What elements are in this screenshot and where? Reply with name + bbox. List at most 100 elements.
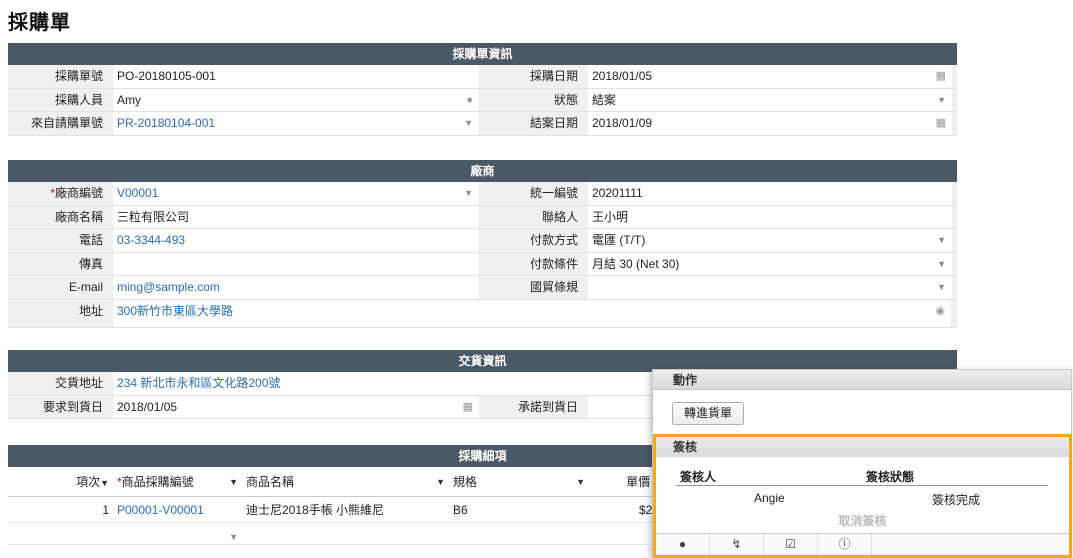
calendar-icon[interactable]: ▦: [463, 396, 473, 419]
phone-label: 電話: [78, 233, 103, 247]
col-spec-label: 規格: [453, 475, 478, 489]
item-no: 1: [102, 503, 109, 517]
phone-field[interactable]: 03-3344-493: [113, 229, 479, 252]
col-spec-header[interactable]: 規格 ▼: [449, 467, 589, 496]
payment-method-label: 付款方式: [529, 233, 578, 247]
col-price-header[interactable]: 單價▼: [589, 467, 659, 496]
contact-value: 王小明: [592, 209, 629, 224]
page-title: 採購單: [8, 12, 71, 34]
po-info-row-1: 採購單號 PO-20180105-001 採購日期 2018/01/05 ▦: [8, 65, 957, 89]
email-link[interactable]: ming@sample.com: [117, 280, 220, 294]
vendor-row-4: 傳真 付款條件 月結 30 (Net 30) ▼: [8, 252, 957, 276]
payment-method-value: 電匯 (T/T): [592, 233, 646, 247]
lightning-icon[interactable]: ↯: [710, 534, 764, 555]
promised-date-label: 承諾到貨日: [517, 399, 578, 414]
delivery-address-label: 交貨地址: [54, 376, 103, 390]
item-code-link[interactable]: P00001-V00001: [117, 503, 204, 517]
payment-terms-label: 付款條件: [529, 256, 578, 271]
sort-caret-icon[interactable]: ▼: [576, 467, 585, 497]
po-info-section: 採購單資訊 採購單號 PO-20180105-001 採購日期 2018/01/…: [8, 43, 957, 136]
email-field[interactable]: ming@sample.com: [113, 276, 479, 299]
approver-column-header: 簽核人: [680, 470, 717, 484]
po-info-row-3: 來自請購單號 PR-20180104-001 ▼ 結案日期 2018/01/09…: [8, 112, 957, 136]
vendor-row-3: 電話 03-3344-493 付款方式 電匯 (T/T) ▼: [8, 229, 957, 253]
dropdown-caret-icon[interactable]: ▼: [464, 112, 473, 135]
buyer-field[interactable]: Amy ●: [113, 88, 479, 112]
panel-icon-bar: ● ↯ ☑ ⓘ: [656, 533, 1069, 555]
close-date-field[interactable]: 2018/01/09 ▦: [588, 112, 952, 135]
item-name: 迪士尼2018手帳 小熊維尼: [246, 503, 385, 517]
from-pr-label: 來自請購單號: [30, 116, 103, 130]
po-date-value: 2018/01/05: [592, 69, 653, 83]
cancel-approval-link[interactable]: 取消簽核: [656, 512, 1069, 529]
info-icon[interactable]: ⓘ: [818, 534, 872, 555]
item-spec: B6: [453, 503, 468, 517]
vendor-code-label: *廠商編號: [8, 182, 113, 205]
vendor-section: 廠商 *廠商編號 V00001 ▼ 統一編號 20201111 廠商名稱 三粒有…: [8, 160, 957, 328]
dropdown-caret-icon[interactable]: ▼: [937, 253, 946, 276]
empty-cell: ▼: [8, 523, 242, 544]
from-pr-link[interactable]: PR-20180104-001: [117, 116, 215, 130]
dropdown-caret-icon[interactable]: ▼: [229, 532, 238, 542]
sort-caret-icon[interactable]: ▼: [436, 467, 445, 497]
from-pr-select[interactable]: PR-20180104-001 ▼: [113, 112, 479, 135]
phone-link[interactable]: 03-3344-493: [117, 233, 185, 247]
required-date-label: 要求到貨日: [42, 399, 103, 414]
fax-label: 傳真: [78, 256, 103, 271]
clipboard-check-icon[interactable]: ☑: [764, 534, 818, 555]
status-select[interactable]: 結案 ▼: [588, 88, 952, 112]
col-name-header[interactable]: 商品名稱 ▼: [242, 467, 449, 496]
fax-field[interactable]: [113, 252, 479, 275]
dropdown-caret-icon[interactable]: ▼: [937, 276, 946, 299]
comment-icon[interactable]: ●: [656, 534, 710, 555]
vendor-code-link[interactable]: V00001: [117, 186, 158, 200]
approval-panel: 簽核 簽核人 簽核狀態 Angie 簽核完成 取消簽核 ● ↯ ☑ ⓘ: [653, 434, 1072, 558]
col-code-label: 商品採購編號: [121, 475, 194, 489]
approval-status: 簽核完成: [932, 493, 981, 507]
map-pin-icon[interactable]: ◉: [935, 300, 945, 323]
person-icon[interactable]: ●: [466, 89, 473, 112]
dropdown-caret-icon[interactable]: ▼: [464, 182, 473, 205]
address-link[interactable]: 300新竹市東區大學路: [117, 304, 233, 318]
vendor-name-value: 三粒有限公司: [117, 209, 190, 224]
col-no-header[interactable]: 項次▼: [8, 467, 113, 496]
vendor-name-field[interactable]: 三粒有限公司: [113, 205, 479, 228]
approval-status-column-header: 簽核狀態: [866, 470, 915, 484]
tax-id-label: 統一編號: [529, 186, 578, 200]
dropdown-caret-icon[interactable]: ▼: [937, 229, 946, 252]
sort-caret-icon[interactable]: ▼: [100, 478, 109, 488]
buyer-label: 採購人員: [54, 92, 103, 107]
incoterms-select[interactable]: ▼: [588, 276, 952, 299]
item-price: $22: [638, 503, 659, 517]
email-label: E-mail: [68, 280, 103, 294]
vendor-name-label: 廠商名稱: [54, 209, 103, 224]
contact-field[interactable]: 王小明: [588, 205, 952, 228]
tax-id-value: 20201111: [592, 186, 643, 200]
po-date-field[interactable]: 2018/01/05 ▦: [588, 65, 952, 88]
vendor-code-select[interactable]: V00001 ▼: [113, 182, 479, 205]
required-date-field[interactable]: 2018/01/05 ▦: [113, 395, 479, 419]
convert-to-receipt-button[interactable]: 轉進貨單: [672, 402, 744, 425]
address-field[interactable]: 300新竹市東區大學路 ◉: [113, 299, 951, 327]
icon-bar-spacer: [872, 534, 1069, 555]
payment-terms-value: 月結 30 (Net 30): [592, 256, 680, 271]
calendar-icon[interactable]: ▦: [936, 112, 946, 135]
col-code-header[interactable]: *商品採購編號 ▼: [113, 467, 242, 496]
sort-caret-icon[interactable]: ▼: [229, 467, 238, 497]
payment-method-select[interactable]: 電匯 (T/T) ▼: [588, 229, 952, 252]
calendar-icon[interactable]: ▦: [936, 65, 946, 88]
item-code-cell[interactable]: P00001-V00001: [113, 497, 242, 522]
vendor-row-1: *廠商編號 V00001 ▼ 統一編號 20201111: [8, 182, 957, 206]
payment-terms-select[interactable]: 月結 30 (Net 30) ▼: [588, 252, 952, 276]
delivery-address-link[interactable]: 234 新北市永和區文化路200號: [117, 376, 280, 390]
po-number-field[interactable]: PO-20180105-001: [113, 65, 479, 88]
approval-table-header: 簽核人 簽核狀態: [676, 465, 1048, 486]
vendor-header: 廠商: [8, 160, 957, 182]
tax-id-field[interactable]: 20201111: [588, 182, 952, 205]
required-date-value: 2018/01/05: [117, 399, 178, 414]
col-no-label: 項次: [76, 475, 101, 489]
actions-panel-title: 動作: [653, 370, 1071, 390]
dropdown-caret-icon[interactable]: ▼: [937, 89, 946, 112]
close-date-value: 2018/01/09: [592, 116, 653, 130]
approval-row: Angie 簽核完成: [676, 488, 1048, 508]
